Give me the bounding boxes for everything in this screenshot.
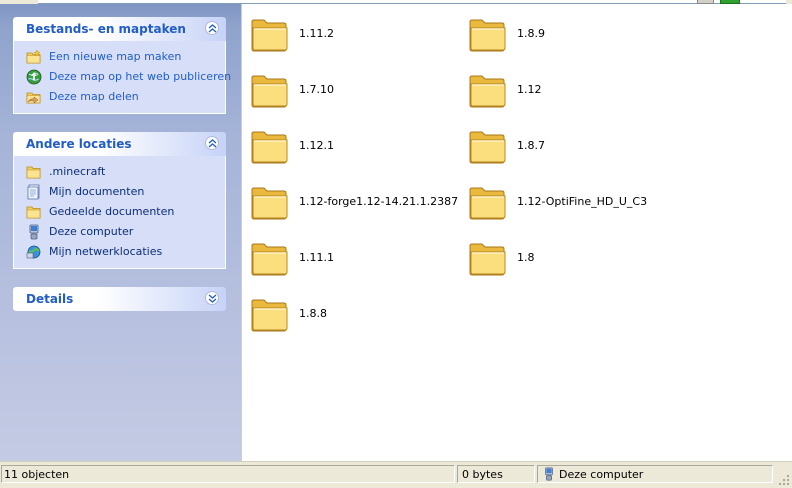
- place-network[interactable]: Mijn netwerklocaties: [14, 242, 225, 262]
- folder-icon: [469, 187, 506, 220]
- file-tasks-title: Bestands- en maptaken: [26, 22, 186, 36]
- resize-grip-icon[interactable]: [778, 474, 790, 486]
- place-label: Mijn documenten: [49, 185, 145, 198]
- details-header[interactable]: Details: [13, 287, 226, 311]
- folder-icon: [251, 19, 288, 52]
- status-location-cell: Deze computer: [537, 465, 773, 483]
- my-documents-icon: [27, 184, 40, 200]
- folder-name: 1.11.2: [299, 27, 334, 40]
- file-tasks-body: Een nieuwe map maken Deze map op het web…: [13, 41, 231, 114]
- place-label: Deze computer: [49, 225, 134, 238]
- share-folder-icon: [26, 92, 41, 104]
- folder-name: 1.8.8: [299, 307, 327, 320]
- other-places-header[interactable]: Andere locaties: [13, 132, 226, 156]
- place-label: .minecraft: [49, 165, 106, 178]
- expand-icon[interactable]: [205, 291, 219, 305]
- folder-name: 1.12.1: [299, 139, 334, 152]
- other-places-title: Andere locaties: [26, 137, 132, 151]
- place-minecraft[interactable]: .minecraft: [14, 162, 225, 182]
- details-title: Details: [26, 292, 74, 306]
- publish-web-icon: [26, 69, 42, 85]
- status-count-cell: 11 objecten: [1, 465, 455, 483]
- status-size-cell: 0 bytes: [457, 465, 535, 483]
- folder-name: 1.7.10: [299, 83, 334, 96]
- status-size: 0 bytes: [462, 468, 503, 481]
- status-count: 11 objecten: [4, 468, 70, 481]
- folder-name: 1.12-OptiFine_HD_U_C3: [517, 195, 648, 208]
- network-places-icon: [26, 245, 41, 259]
- file-tasks-header[interactable]: Bestands- en maptaken: [13, 17, 226, 41]
- place-my-computer[interactable]: Deze computer: [14, 222, 225, 242]
- folder-icon: [469, 243, 506, 276]
- folder-name: 1.12-forge1.12-14.21.1.2387: [299, 195, 459, 208]
- address-dropdown-button[interactable]: [697, 0, 714, 4]
- task-publish-web[interactable]: Deze map op het web publiceren: [14, 67, 231, 87]
- status-bar: 11 objecten 0 bytes Deze computer: [0, 461, 792, 488]
- other-places-panel: Andere locaties .minecraft Mijn document…: [13, 132, 226, 269]
- folder-icon: [251, 299, 288, 332]
- go-button[interactable]: [720, 0, 740, 4]
- details-panel: Details: [13, 287, 226, 311]
- task-pane-divider: [241, 4, 242, 461]
- folder-name: 1.8.7: [517, 139, 545, 152]
- folder-icon: [469, 19, 506, 52]
- computer-icon: [545, 467, 553, 481]
- folder-icon: [251, 131, 288, 164]
- place-label: Mijn netwerklocaties: [49, 245, 163, 258]
- new-folder-icon: [26, 49, 41, 64]
- folder-icon: [469, 75, 506, 108]
- folder-icon: [26, 166, 41, 179]
- place-label: Gedeelde documenten: [49, 205, 175, 218]
- task-share-folder[interactable]: Deze map delen: [14, 87, 225, 107]
- folder-icon: [251, 243, 288, 276]
- folder-icon: [469, 131, 506, 164]
- folder-name: 1.12: [517, 83, 542, 96]
- place-shared-documents[interactable]: Gedeelde documenten: [14, 202, 225, 222]
- status-location: Deze computer: [559, 468, 644, 481]
- task-label: Deze map op het web publiceren: [49, 70, 232, 83]
- folder-icon: [251, 187, 288, 220]
- place-my-documents[interactable]: Mijn documenten: [14, 182, 225, 202]
- folder-name: 1.11.1: [299, 251, 334, 264]
- collapse-icon[interactable]: [205, 21, 219, 35]
- task-label: Een nieuwe map maken: [49, 50, 182, 63]
- other-places-body: .minecraft Mijn documenten Gedeelde docu…: [13, 156, 226, 269]
- computer-icon: [29, 224, 39, 240]
- shared-documents-icon: [26, 206, 41, 219]
- task-new-folder[interactable]: Een nieuwe map maken: [14, 47, 225, 67]
- folder-name: 1.8: [517, 251, 535, 264]
- folder-icon: [251, 75, 288, 108]
- collapse-icon[interactable]: [205, 136, 219, 150]
- task-label: Deze map delen: [49, 90, 139, 103]
- folder-name: 1.8.9: [517, 27, 545, 40]
- file-tasks-panel: Bestands- en maptaken Een nieuwe map mak…: [13, 17, 231, 114]
